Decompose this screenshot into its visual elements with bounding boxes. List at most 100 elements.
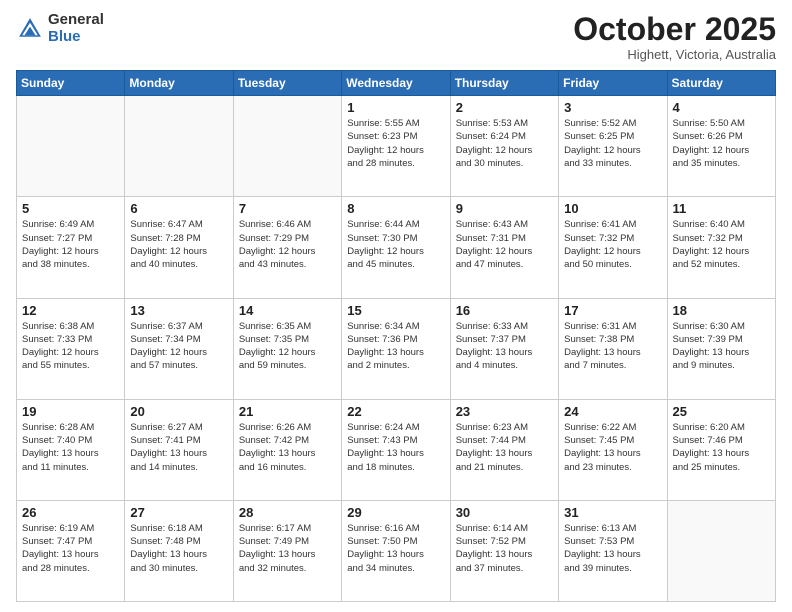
- day-number: 7: [239, 201, 336, 216]
- day-info: Sunrise: 6:27 AM Sunset: 7:41 PM Dayligh…: [130, 421, 227, 474]
- calendar-cell: 30 Sunrise: 6:14 AM Sunset: 7:52 PM Dayli…: [450, 500, 558, 601]
- day-info: Sunrise: 5:50 AM Sunset: 6:26 PM Dayligh…: [673, 117, 770, 170]
- day-info: Sunrise: 6:26 AM Sunset: 7:42 PM Dayligh…: [239, 421, 336, 474]
- week-row-4: 19 Sunrise: 6:28 AM Sunset: 7:40 PM Dayli…: [17, 399, 776, 500]
- day-number: 2: [456, 100, 553, 115]
- calendar: SundayMondayTuesdayWednesdayThursdayFrid…: [16, 70, 776, 602]
- weekday-thursday: Thursday: [450, 71, 558, 96]
- calendar-cell: 29Sunrise: 6:16 AM Sunset: 7:50 PM Dayli…: [342, 500, 450, 601]
- calendar-cell: 5 Sunrise: 6:49 AM Sunset: 7:27 PM Daylig…: [17, 197, 125, 298]
- day-number: 18: [673, 303, 770, 318]
- day-info: Sunrise: 6:33 AM Sunset: 7:37 PM Dayligh…: [456, 320, 553, 373]
- calendar-cell: 16Sunrise: 6:33 AM Sunset: 7:37 PM Dayli…: [450, 298, 558, 399]
- day-info: Sunrise: 6:38 AM Sunset: 7:33 PM Dayligh…: [22, 320, 119, 373]
- calendar-cell: 24 Sunrise: 6:22 AM Sunset: 7:45 PM Dayli…: [559, 399, 667, 500]
- calendar-cell: 28 Sunrise: 6:17 AM Sunset: 7:49 PM Dayli…: [233, 500, 341, 601]
- logo-icon: [16, 15, 44, 43]
- calendar-body: 1 Sunrise: 5:55 AM Sunset: 6:23 PM Daylig…: [17, 96, 776, 602]
- day-number: 20: [130, 404, 227, 419]
- calendar-cell: 27Sunrise: 6:18 AM Sunset: 7:48 PM Dayli…: [125, 500, 233, 601]
- calendar-cell: 14Sunrise: 6:35 AM Sunset: 7:35 PM Dayli…: [233, 298, 341, 399]
- logo-blue-text: Blue: [48, 29, 104, 46]
- calendar-cell: 19 Sunrise: 6:28 AM Sunset: 7:40 PM Dayli…: [17, 399, 125, 500]
- day-info: Sunrise: 6:31 AM Sunset: 7:38 PM Dayligh…: [564, 320, 661, 373]
- day-number: 30: [456, 505, 553, 520]
- calendar-cell: 22 Sunrise: 6:24 AM Sunset: 7:43 PM Dayli…: [342, 399, 450, 500]
- day-number: 26: [22, 505, 119, 520]
- calendar-cell: 23 Sunrise: 6:23 AM Sunset: 7:44 PM Dayli…: [450, 399, 558, 500]
- header: General Blue October 2025 Highett, Victo…: [16, 12, 776, 62]
- day-info: Sunrise: 6:17 AM Sunset: 7:49 PM Dayligh…: [239, 522, 336, 575]
- day-number: 3: [564, 100, 661, 115]
- day-number: 11: [673, 201, 770, 216]
- calendar-cell: 25 Sunrise: 6:20 AM Sunset: 7:46 PM Dayli…: [667, 399, 775, 500]
- day-number: 29: [347, 505, 444, 520]
- calendar-cell: 6Sunrise: 6:47 AM Sunset: 7:28 PM Daylig…: [125, 197, 233, 298]
- day-info: Sunrise: 6:43 AM Sunset: 7:31 PM Dayligh…: [456, 218, 553, 271]
- day-info: Sunrise: 6:40 AM Sunset: 7:32 PM Dayligh…: [673, 218, 770, 271]
- day-info: Sunrise: 6:28 AM Sunset: 7:40 PM Dayligh…: [22, 421, 119, 474]
- day-info: Sunrise: 6:44 AM Sunset: 7:30 PM Dayligh…: [347, 218, 444, 271]
- day-number: 17: [564, 303, 661, 318]
- location: Highett, Victoria, Australia: [573, 47, 776, 62]
- weekday-wednesday: Wednesday: [342, 71, 450, 96]
- day-number: 1: [347, 100, 444, 115]
- day-number: 21: [239, 404, 336, 419]
- day-info: Sunrise: 6:41 AM Sunset: 7:32 PM Dayligh…: [564, 218, 661, 271]
- calendar-cell: 12 Sunrise: 6:38 AM Sunset: 7:33 PM Dayli…: [17, 298, 125, 399]
- calendar-cell: 4 Sunrise: 5:50 AM Sunset: 6:26 PM Daylig…: [667, 96, 775, 197]
- day-info: Sunrise: 6:49 AM Sunset: 7:27 PM Dayligh…: [22, 218, 119, 271]
- day-info: Sunrise: 6:34 AM Sunset: 7:36 PM Dayligh…: [347, 320, 444, 373]
- calendar-cell: 9Sunrise: 6:43 AM Sunset: 7:31 PM Daylig…: [450, 197, 558, 298]
- calendar-cell: 7 Sunrise: 6:46 AM Sunset: 7:29 PM Daylig…: [233, 197, 341, 298]
- day-info: Sunrise: 6:23 AM Sunset: 7:44 PM Dayligh…: [456, 421, 553, 474]
- day-info: Sunrise: 6:46 AM Sunset: 7:29 PM Dayligh…: [239, 218, 336, 271]
- day-info: Sunrise: 6:22 AM Sunset: 7:45 PM Dayligh…: [564, 421, 661, 474]
- calendar-cell: 21 Sunrise: 6:26 AM Sunset: 7:42 PM Dayli…: [233, 399, 341, 500]
- logo-text: General Blue: [48, 12, 104, 45]
- weekday-saturday: Saturday: [667, 71, 775, 96]
- day-number: 12: [22, 303, 119, 318]
- calendar-cell: 2Sunrise: 5:53 AM Sunset: 6:24 PM Daylig…: [450, 96, 558, 197]
- calendar-cell: [17, 96, 125, 197]
- weekday-sunday: Sunday: [17, 71, 125, 96]
- day-number: 24: [564, 404, 661, 419]
- day-info: Sunrise: 6:19 AM Sunset: 7:47 PM Dayligh…: [22, 522, 119, 575]
- calendar-cell: 15Sunrise: 6:34 AM Sunset: 7:36 PM Dayli…: [342, 298, 450, 399]
- day-info: Sunrise: 6:35 AM Sunset: 7:35 PM Dayligh…: [239, 320, 336, 373]
- calendar-cell: 10 Sunrise: 6:41 AM Sunset: 7:32 PM Dayli…: [559, 197, 667, 298]
- day-number: 23: [456, 404, 553, 419]
- weekday-tuesday: Tuesday: [233, 71, 341, 96]
- day-info: Sunrise: 5:52 AM Sunset: 6:25 PM Dayligh…: [564, 117, 661, 170]
- page: General Blue October 2025 Highett, Victo…: [0, 0, 792, 612]
- day-info: Sunrise: 6:24 AM Sunset: 7:43 PM Dayligh…: [347, 421, 444, 474]
- day-number: 28: [239, 505, 336, 520]
- weekday-monday: Monday: [125, 71, 233, 96]
- calendar-cell: [125, 96, 233, 197]
- week-row-5: 26 Sunrise: 6:19 AM Sunset: 7:47 PM Dayli…: [17, 500, 776, 601]
- day-info: Sunrise: 6:14 AM Sunset: 7:52 PM Dayligh…: [456, 522, 553, 575]
- weekday-friday: Friday: [559, 71, 667, 96]
- day-info: Sunrise: 5:55 AM Sunset: 6:23 PM Dayligh…: [347, 117, 444, 170]
- day-number: 19: [22, 404, 119, 419]
- calendar-cell: 17 Sunrise: 6:31 AM Sunset: 7:38 PM Dayli…: [559, 298, 667, 399]
- day-number: 27: [130, 505, 227, 520]
- calendar-cell: 18 Sunrise: 6:30 AM Sunset: 7:39 PM Dayli…: [667, 298, 775, 399]
- day-number: 10: [564, 201, 661, 216]
- calendar-cell: 20 Sunrise: 6:27 AM Sunset: 7:41 PM Dayli…: [125, 399, 233, 500]
- day-info: Sunrise: 6:20 AM Sunset: 7:46 PM Dayligh…: [673, 421, 770, 474]
- week-row-3: 12 Sunrise: 6:38 AM Sunset: 7:33 PM Dayli…: [17, 298, 776, 399]
- calendar-cell: 11 Sunrise: 6:40 AM Sunset: 7:32 PM Dayli…: [667, 197, 775, 298]
- calendar-cell: 8Sunrise: 6:44 AM Sunset: 7:30 PM Daylig…: [342, 197, 450, 298]
- day-info: Sunrise: 6:30 AM Sunset: 7:39 PM Dayligh…: [673, 320, 770, 373]
- day-number: 5: [22, 201, 119, 216]
- day-number: 13: [130, 303, 227, 318]
- day-number: 25: [673, 404, 770, 419]
- day-number: 6: [130, 201, 227, 216]
- day-number: 31: [564, 505, 661, 520]
- calendar-cell: [233, 96, 341, 197]
- day-number: 4: [673, 100, 770, 115]
- logo: General Blue: [16, 12, 104, 45]
- day-number: 22: [347, 404, 444, 419]
- calendar-cell: 3 Sunrise: 5:52 AM Sunset: 6:25 PM Daylig…: [559, 96, 667, 197]
